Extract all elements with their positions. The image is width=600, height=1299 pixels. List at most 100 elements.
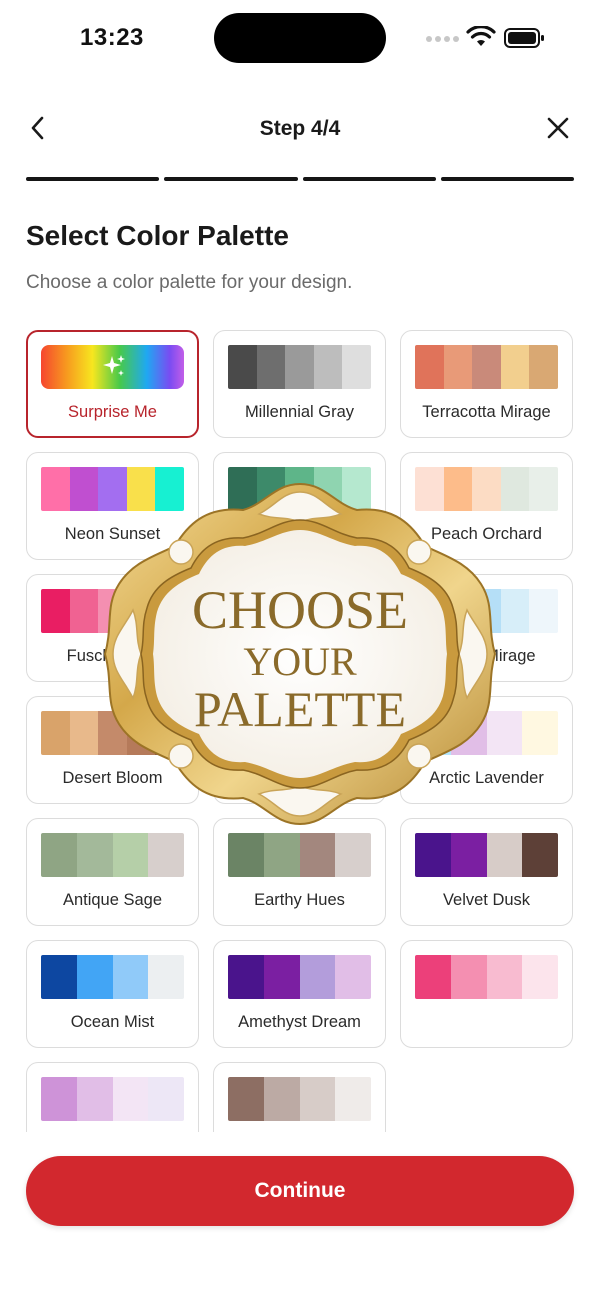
palette-card[interactable]: Desert Bloom [26, 696, 199, 804]
palette-name: Earthy Hues [254, 891, 345, 909]
color-swatch [335, 955, 371, 999]
color-swatch [450, 833, 487, 877]
color-swatch [112, 955, 149, 999]
palette-card[interactable]: Mint Breeze [213, 574, 386, 682]
color-swatch [263, 833, 300, 877]
color-swatch [342, 589, 371, 633]
palette-swatches [415, 467, 558, 511]
color-swatch [342, 711, 371, 755]
cellular-signal-icon [426, 36, 459, 42]
color-swatch [415, 589, 444, 633]
color-swatch [69, 467, 99, 511]
color-swatch [76, 833, 113, 877]
palette-card[interactable]: Earthy Hues [213, 818, 386, 926]
palette-card[interactable]: Arctic Lavender [400, 696, 573, 804]
color-swatch [450, 711, 487, 755]
continue-button[interactable]: Continue [26, 1156, 574, 1226]
palette-card[interactable]: Terracotta Mirage [400, 330, 573, 438]
color-swatch [313, 589, 343, 633]
palette-swatches [228, 467, 371, 511]
color-swatch [112, 833, 149, 877]
progress-segment [164, 177, 298, 181]
page-title: Select Color Palette [26, 220, 289, 251]
color-swatch [76, 1077, 113, 1121]
palette-card[interactable]: Earthy Harmony [213, 696, 386, 804]
palette-card[interactable]: Fuschia Pop [26, 574, 199, 682]
color-swatch [529, 589, 558, 633]
color-swatch [313, 345, 343, 389]
palette-name: Ocean Mist [70, 1013, 155, 1031]
progress-segment [26, 177, 160, 181]
status-icons [426, 26, 576, 50]
palette-name: Surprise Me [68, 403, 157, 421]
palette-swatches [41, 955, 184, 999]
rainbow-swatch [41, 345, 184, 389]
palette-card[interactable]: Peach Orchard [400, 452, 573, 560]
progress-segment [440, 177, 574, 181]
palette-card[interactable]: Amethyst Dream [213, 940, 386, 1048]
close-button[interactable] [540, 110, 576, 146]
palette-card[interactable]: Velvet Dusk [400, 818, 573, 926]
palette-card[interactable]: Ocean Mist [26, 940, 199, 1048]
color-swatch [486, 711, 523, 755]
palette-swatches [228, 1077, 371, 1121]
palette-card[interactable] [213, 1062, 386, 1132]
color-swatch [76, 955, 113, 999]
palette-card[interactable] [400, 940, 573, 1048]
color-swatch [228, 1077, 264, 1121]
color-swatch [486, 833, 523, 877]
palette-name: Terracotta Mirage [422, 403, 551, 421]
color-swatch [415, 345, 444, 389]
color-swatch [98, 711, 127, 755]
palette-swatches [41, 1077, 184, 1121]
color-swatch [41, 589, 70, 633]
color-swatch [443, 589, 473, 633]
color-swatch [500, 589, 530, 633]
palette-card[interactable]: Neon Sunset [26, 452, 199, 560]
palette-swatches [228, 589, 371, 633]
color-swatch [155, 711, 184, 755]
color-swatch [148, 1077, 184, 1121]
palette-swatches [415, 345, 558, 389]
palette-swatches [415, 955, 558, 999]
color-swatch [41, 467, 70, 511]
color-swatch [285, 711, 314, 755]
status-time: 13:23 [80, 24, 144, 51]
progress-segment [302, 177, 436, 181]
palette-card[interactable]: Azure Mirage [400, 574, 573, 682]
color-swatch [256, 345, 286, 389]
palette-card[interactable]: Antique Sage [26, 818, 199, 926]
wifi-icon [466, 26, 496, 46]
color-swatch [228, 345, 257, 389]
palette-card[interactable] [26, 1062, 199, 1132]
color-swatch [522, 833, 558, 877]
palette-name: Desert Bloom [62, 769, 163, 787]
color-swatch [148, 955, 184, 999]
color-swatch [415, 955, 451, 999]
color-swatch [472, 345, 501, 389]
color-swatch [285, 345, 314, 389]
color-swatch [148, 833, 184, 877]
palette-name: Antique Sage [62, 891, 163, 909]
palette-swatches [228, 833, 371, 877]
palette-card[interactable]: Surprise Me [26, 330, 199, 438]
color-swatch [263, 955, 300, 999]
palette-grid: Surprise Me Millennial Gray Terracotta Mir… [26, 330, 574, 1132]
color-swatch [126, 467, 156, 511]
color-swatch [155, 589, 184, 633]
color-swatch [155, 467, 184, 511]
palette-grid-scroll[interactable]: Surprise Me Millennial Gray Terracotta Mir… [0, 330, 600, 1132]
step-progress-bar [26, 177, 574, 181]
palette-card[interactable]: Millennial Gray [213, 330, 386, 438]
color-swatch [529, 467, 558, 511]
color-swatch [313, 467, 343, 511]
color-swatch [69, 589, 99, 633]
palette-card[interactable]: Emerald Mist [213, 452, 386, 560]
palette-name: Arctic Lavender [429, 769, 544, 787]
color-swatch [443, 345, 473, 389]
color-swatch [335, 833, 371, 877]
color-swatch [415, 833, 451, 877]
color-swatch [126, 589, 156, 633]
color-swatch [285, 589, 314, 633]
color-swatch [443, 467, 473, 511]
